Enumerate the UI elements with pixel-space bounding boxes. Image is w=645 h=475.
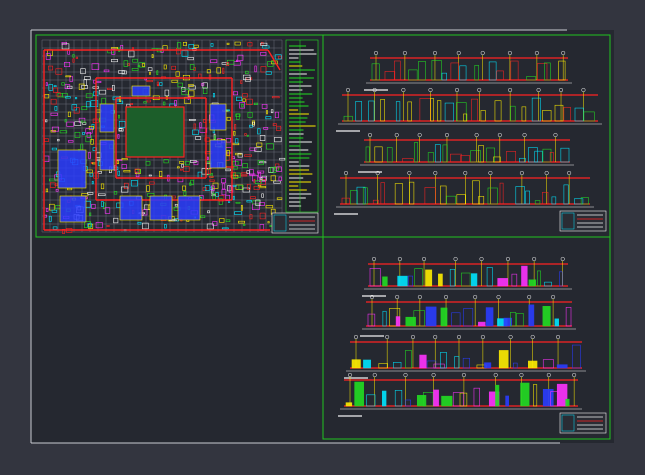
plan-room <box>150 196 172 220</box>
facade-panel <box>397 275 408 287</box>
title-block-frame <box>559 210 607 232</box>
facade-panel <box>382 276 388 287</box>
title-block-sections <box>559 412 607 434</box>
plan-room <box>60 196 86 222</box>
title-block-plan <box>271 212 319 234</box>
facade-panel <box>528 360 538 369</box>
facade-panel <box>345 402 353 407</box>
facade-panel <box>497 278 508 287</box>
facade-panel <box>419 354 427 369</box>
facade-panel <box>485 307 494 327</box>
facade-panel <box>554 318 559 327</box>
plan-room <box>100 140 114 170</box>
facade-panel <box>351 359 361 369</box>
facade-panel <box>521 265 528 287</box>
plan-room <box>132 86 150 96</box>
facade-panel <box>354 381 364 407</box>
title-block-elevations <box>559 210 607 232</box>
facade-panel <box>382 390 387 407</box>
facade-panel <box>542 306 551 327</box>
facade-panel <box>556 364 568 369</box>
plan-room <box>58 150 86 188</box>
facade-panel <box>528 304 535 327</box>
facade-panel <box>484 362 492 369</box>
plan-room <box>120 196 142 220</box>
title-block-frame <box>559 412 607 434</box>
central-courtyard <box>126 107 184 157</box>
cad-model-space[interactable] <box>0 0 645 475</box>
plan-room <box>210 140 226 168</box>
plan-room <box>210 104 226 130</box>
facade-panel <box>395 316 401 327</box>
facade-panel <box>441 395 453 407</box>
facade-panel <box>363 359 371 369</box>
facade-panel <box>505 395 509 407</box>
facade-panel <box>520 382 530 407</box>
facade-panel <box>416 395 427 407</box>
title-block-frame <box>271 212 319 234</box>
facade-panel <box>425 306 437 327</box>
plan-room <box>100 104 114 132</box>
facade-panel <box>433 389 439 407</box>
drawing-canvas[interactable] <box>0 0 645 475</box>
facade-panel <box>440 307 448 327</box>
facade-panel <box>438 273 443 287</box>
schedule-table <box>285 39 319 213</box>
facade-panel <box>495 384 500 407</box>
plan-room <box>178 196 200 220</box>
facade-panel <box>478 321 486 327</box>
facade-panel <box>565 398 570 407</box>
facade-panel <box>528 279 537 287</box>
facade-panel <box>471 273 478 287</box>
facade-panel <box>498 350 509 369</box>
facade-panel <box>425 269 433 287</box>
